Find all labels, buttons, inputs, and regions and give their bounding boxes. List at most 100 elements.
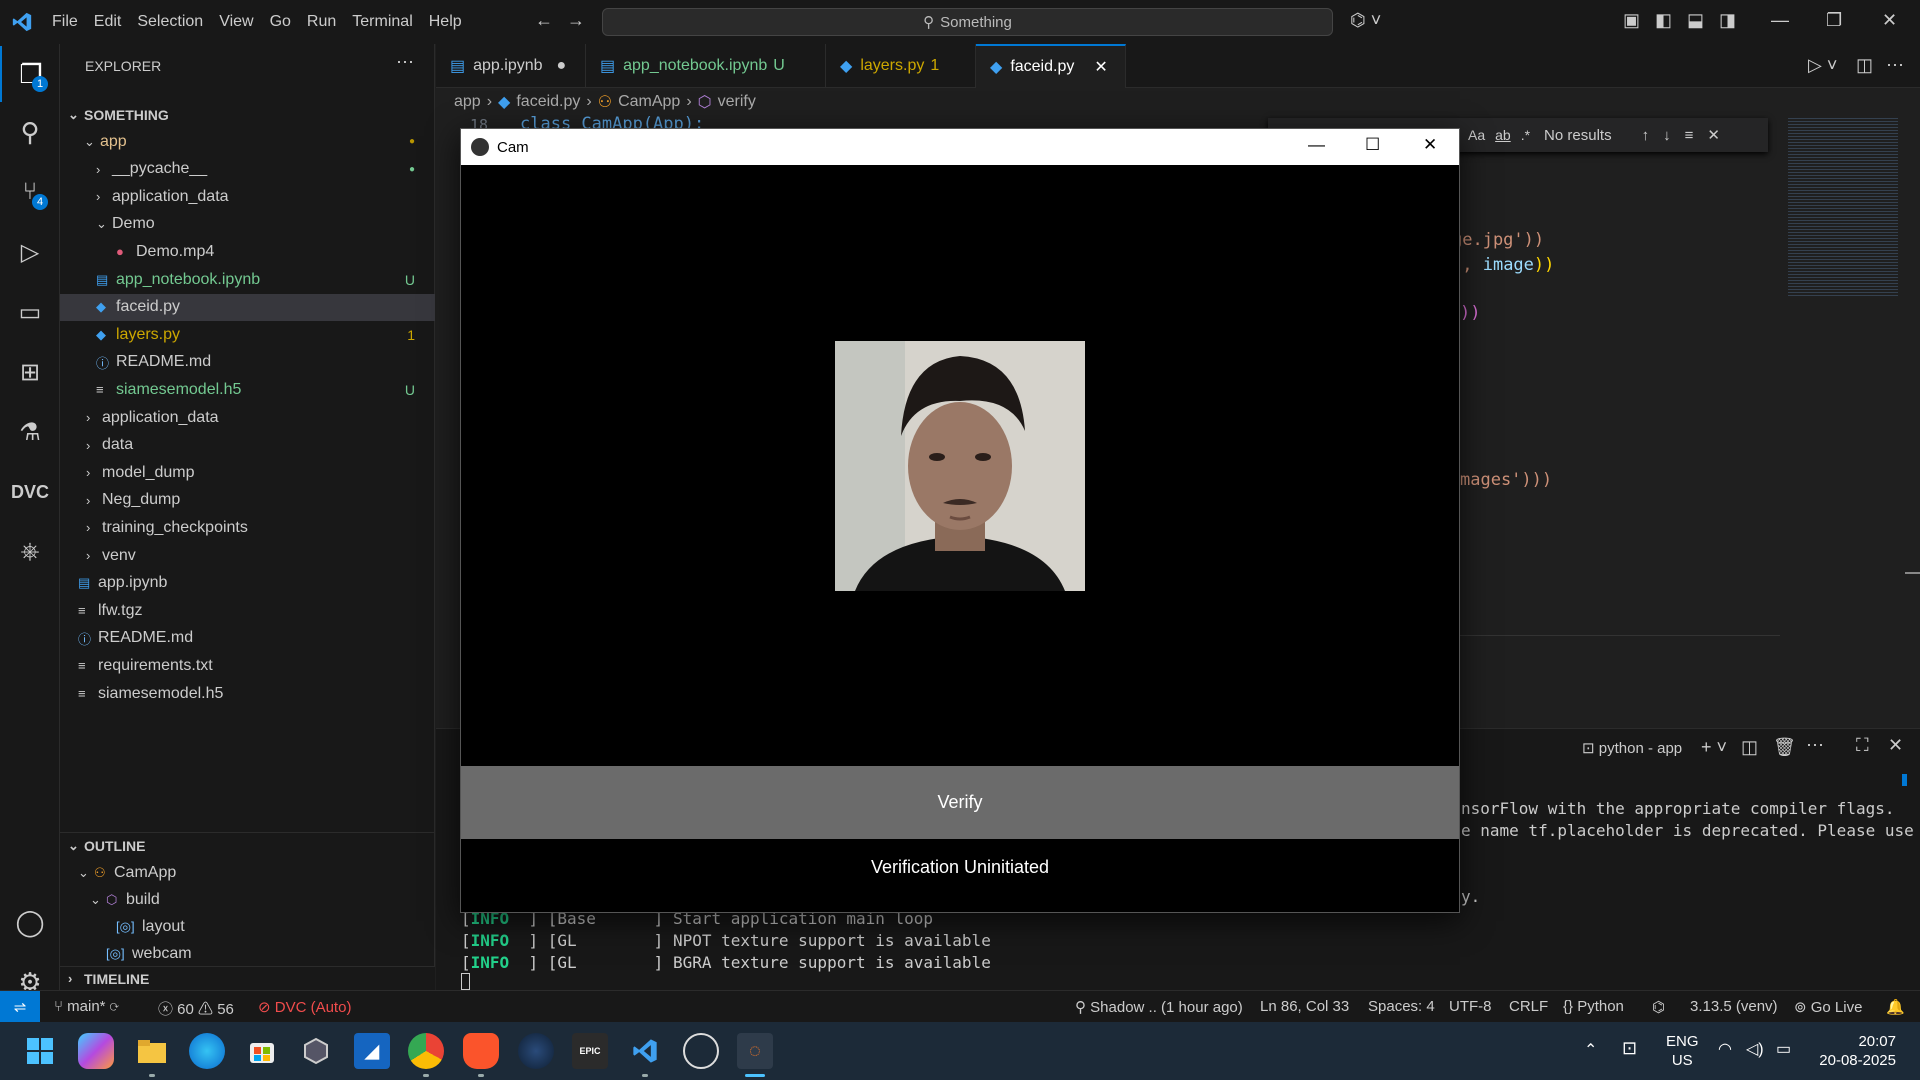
testing-activity[interactable]: ⚗ — [0, 404, 60, 460]
file-tree-item[interactable]: ≡ siamesemodel.h5 U — [60, 376, 435, 403]
forward-arrow-icon[interactable]: → — [567, 10, 585, 31]
copilot-app-icon[interactable] — [78, 1033, 114, 1069]
chrome-icon[interactable] — [408, 1033, 444, 1069]
clock[interactable]: 20:07 20-08-2025 — [1816, 1032, 1896, 1070]
windows-start-icon[interactable] — [22, 1033, 58, 1069]
menu-edit[interactable]: Edit — [94, 13, 122, 31]
cam-titlebar[interactable]: Cam — ☐ ✕ — [461, 129, 1459, 165]
breadcrumb-method[interactable]: verify — [718, 93, 756, 111]
battery-icon[interactable]: ▭ — [1776, 1039, 1791, 1059]
tab-app-notebook[interactable]: ▤ app_notebook.ipynb U — [586, 44, 826, 88]
remote-explorer-activity[interactable]: ▭ — [0, 284, 60, 340]
close-window-icon[interactable]: ✕ — [1882, 10, 1897, 31]
layout-toggle-icon[interactable]: ▣ — [1623, 10, 1640, 31]
workspace-root[interactable]: ⌄ SOMETHING — [60, 101, 435, 128]
breadcrumb-file[interactable]: faceid.py — [516, 93, 580, 111]
file-tree-item[interactable]: ▤ app.ipynb — [60, 570, 435, 597]
file-tree-item[interactable]: › training_checkpoints — [60, 514, 435, 541]
branch-indicator[interactable]: ⑂ main* ⟳ — [54, 998, 119, 1015]
menu-run[interactable]: Run — [307, 13, 336, 31]
speaker-icon[interactable]: ◁) — [1746, 1039, 1764, 1059]
terminal-selector[interactable]: ⊡ python - app — [1582, 739, 1682, 757]
menu-view[interactable]: View — [219, 13, 253, 31]
close-find-icon[interactable]: ✕ — [1707, 126, 1720, 144]
outline-item[interactable]: [◎] layout — [60, 913, 435, 940]
file-tree-item[interactable]: ⌄ app ● — [60, 128, 435, 155]
secondary-sidebar-toggle-icon[interactable]: ◨ — [1719, 10, 1736, 31]
microsoft-store-icon[interactable] — [244, 1033, 280, 1069]
file-tree-item[interactable]: › application_data — [60, 404, 435, 431]
vscode-taskbar-icon[interactable] — [627, 1033, 663, 1069]
close-window-icon[interactable]: ✕ — [1423, 135, 1437, 155]
new-terminal-icon[interactable]: + ˅ — [1701, 737, 1727, 758]
more-actions-icon[interactable]: ⋯ — [396, 52, 414, 73]
panel-toggle-icon[interactable]: ⬓ — [1687, 10, 1704, 31]
visual-studio-installer-icon[interactable]: ◢ — [354, 1033, 390, 1069]
extensions-activity[interactable]: ⊞ — [0, 344, 60, 400]
outline-item[interactable]: ⌄ ⚇ CamApp — [60, 859, 435, 886]
file-tree-item[interactable]: ⓘ README.md — [60, 349, 435, 376]
file-tree-item[interactable]: › venv — [60, 542, 435, 569]
file-tree-item[interactable]: › __pycache__ ● — [60, 156, 435, 183]
regex-toggle[interactable]: .* — [1521, 127, 1530, 143]
outline-item[interactable]: [◎] webcam — [60, 940, 435, 967]
breadcrumb-class[interactable]: CamApp — [618, 93, 680, 111]
maximize-icon[interactable]: ☐ — [1365, 135, 1380, 155]
cursor-position[interactable]: Ln 86, Col 33 — [1260, 998, 1349, 1015]
close-tab-icon[interactable]: ✕ — [1094, 57, 1107, 77]
menu-selection[interactable]: Selection — [137, 13, 203, 31]
chevron-up-icon[interactable]: ⌃ — [1584, 1040, 1597, 1060]
minimize-icon[interactable]: — — [1771, 10, 1789, 31]
kubernetes-activity[interactable]: ⎈ — [0, 524, 60, 580]
match-word-toggle[interactable]: ab — [1495, 127, 1511, 143]
file-tree-item[interactable]: ⓘ README.md — [60, 625, 435, 652]
brave-browser-icon[interactable] — [463, 1033, 499, 1069]
jupyter-icon[interactable]: ◌ — [737, 1033, 773, 1069]
copilot-status-icon[interactable]: ⌬ — [1652, 998, 1665, 1016]
timeline-header[interactable]: › TIMELINE — [60, 966, 435, 990]
file-tree-item[interactable]: › model_dump — [60, 459, 435, 486]
minimize-icon[interactable]: — — [1308, 135, 1325, 155]
explorer-activity[interactable]: ❐ 1 — [0, 46, 60, 102]
wifi-icon[interactable]: ◠ — [1718, 1039, 1732, 1059]
menu-go[interactable]: Go — [270, 13, 291, 31]
go-live[interactable]: ⊚ Go Live — [1794, 998, 1862, 1016]
file-tree-item[interactable]: ◆ faceid.py — [60, 293, 435, 321]
python-interpreter[interactable]: 3.13.5 (venv) — [1690, 998, 1778, 1015]
copilot-icon[interactable]: ⌬ ˅ — [1350, 10, 1381, 31]
file-tree-item[interactable]: ⌄ Demo — [60, 211, 435, 238]
line-endings[interactable]: CRLF — [1509, 998, 1548, 1015]
run-file-icon[interactable]: ▷ ˅ — [1808, 55, 1837, 76]
match-case-toggle[interactable]: Aa — [1468, 127, 1485, 143]
file-tree-item[interactable]: › application_data — [60, 183, 435, 210]
command-center-search[interactable]: ⚲ Something — [602, 8, 1333, 36]
file-tree-item[interactable]: ◆ layers.py 1 — [60, 321, 435, 348]
file-tree-item[interactable]: ≡ siamesemodel.h5 — [60, 680, 435, 707]
verify-button[interactable]: Verify — [461, 766, 1459, 839]
edge-browser-icon[interactable] — [189, 1033, 225, 1069]
dvc-activity[interactable]: DVC — [0, 464, 60, 520]
tab-faceid-py[interactable]: ◆ faceid.py ✕ — [976, 44, 1126, 88]
menu-file[interactable]: File — [52, 13, 78, 31]
source-control-activity[interactable]: ⑂ 4 — [0, 164, 60, 220]
file-tree-item[interactable]: ● Demo.mp4 — [60, 238, 435, 265]
encoding[interactable]: UTF-8 — [1449, 998, 1492, 1015]
file-tree-item[interactable]: ▤ app_notebook.ipynb U — [60, 266, 435, 293]
file-tree-item[interactable]: ≡ lfw.tgz — [60, 597, 435, 624]
run-debug-activity[interactable]: ▷ — [0, 224, 60, 280]
git-blame[interactable]: ⚲ Shadow .. (1 hour ago) — [1075, 998, 1243, 1016]
arrow-down-icon[interactable]: ↓ — [1663, 127, 1671, 144]
accounts-activity[interactable]: ◯ — [0, 894, 60, 950]
bell-icon[interactable]: 🔔 — [1886, 998, 1905, 1016]
file-explorer-icon[interactable] — [134, 1033, 170, 1069]
menu-terminal[interactable]: Terminal — [352, 13, 412, 31]
app-hexagon-icon[interactable] — [298, 1033, 334, 1069]
indentation[interactable]: Spaces: 4 — [1368, 998, 1435, 1015]
back-arrow-icon[interactable]: ← — [535, 10, 553, 31]
file-tree-item[interactable]: › data — [60, 432, 435, 459]
outline-item[interactable]: ⌄ ⬡ build — [60, 886, 435, 913]
problems-indicator[interactable]: ⓧ 60 ⚠ 56 — [158, 998, 234, 1019]
split-editor-icon[interactable]: ◫ — [1856, 55, 1873, 76]
file-tree-item[interactable]: › Neg_dump — [60, 487, 435, 514]
sidebar-toggle-icon[interactable]: ◧ — [1655, 10, 1672, 31]
